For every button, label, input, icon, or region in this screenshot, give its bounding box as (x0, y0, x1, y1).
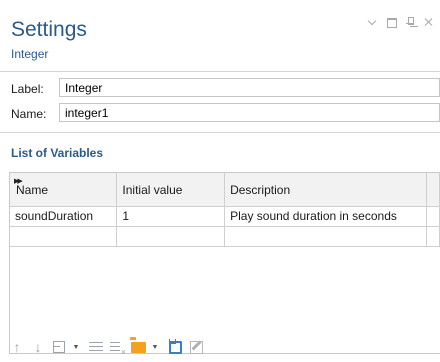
page-subtitle: Integer (11, 47, 49, 61)
clear-list-icon[interactable] (109, 339, 126, 357)
cell-description[interactable] (224, 226, 427, 247)
label-field[interactable] (59, 78, 440, 97)
add-column-icon[interactable] (53, 341, 65, 353)
close-icon[interactable] (424, 16, 434, 28)
maximize-icon[interactable] (386, 16, 397, 28)
page-title: Settings (11, 18, 87, 41)
chevron-down-icon[interactable]: ▼ (151, 339, 159, 355)
table-header-row: ▶▶ Name Initial value Description (10, 173, 440, 207)
list-icon[interactable] (88, 339, 104, 355)
arrow-up-icon[interactable] (9, 339, 25, 355)
cell-initial-value[interactable] (116, 226, 226, 247)
edit-icon[interactable] (188, 339, 204, 355)
label-caption: Label: (11, 82, 44, 96)
divider (0, 132, 440, 133)
section-title: List of Variables (11, 146, 104, 160)
save-icon[interactable] (168, 340, 182, 354)
column-header-extra (426, 173, 440, 207)
column-header-name[interactable]: ▶▶ Name (10, 173, 118, 207)
cell-description[interactable]: Play sound duration in seconds (224, 206, 427, 227)
cell-extra (426, 206, 440, 227)
cell-name[interactable] (10, 226, 118, 247)
chevron-down-icon[interactable] (367, 16, 377, 28)
cell-extra (426, 226, 440, 247)
name-caption: Name: (11, 107, 47, 121)
column-header-description[interactable]: Description (224, 173, 427, 207)
table-row[interactable] (10, 226, 440, 247)
cell-initial-value[interactable]: 1 (116, 206, 226, 227)
divider (0, 71, 440, 72)
expand-icon[interactable]: ▶▶ (14, 177, 23, 185)
cell-name[interactable]: soundDuration (10, 206, 118, 227)
window-controls (367, 16, 434, 28)
arrow-down-icon[interactable] (30, 339, 46, 355)
table-toolbar: ▼ ▼ (9, 336, 209, 358)
chevron-down-icon[interactable]: ▼ (72, 339, 80, 355)
variables-table: ▶▶ Name Initial value Description soundD… (9, 172, 440, 354)
table-row[interactable]: soundDuration 1 Play sound duration in s… (10, 206, 440, 227)
open-folder-icon[interactable] (130, 341, 146, 353)
column-header-initial-value[interactable]: Initial value (116, 173, 226, 207)
name-field[interactable] (59, 103, 440, 122)
pin-icon[interactable] (405, 16, 415, 28)
